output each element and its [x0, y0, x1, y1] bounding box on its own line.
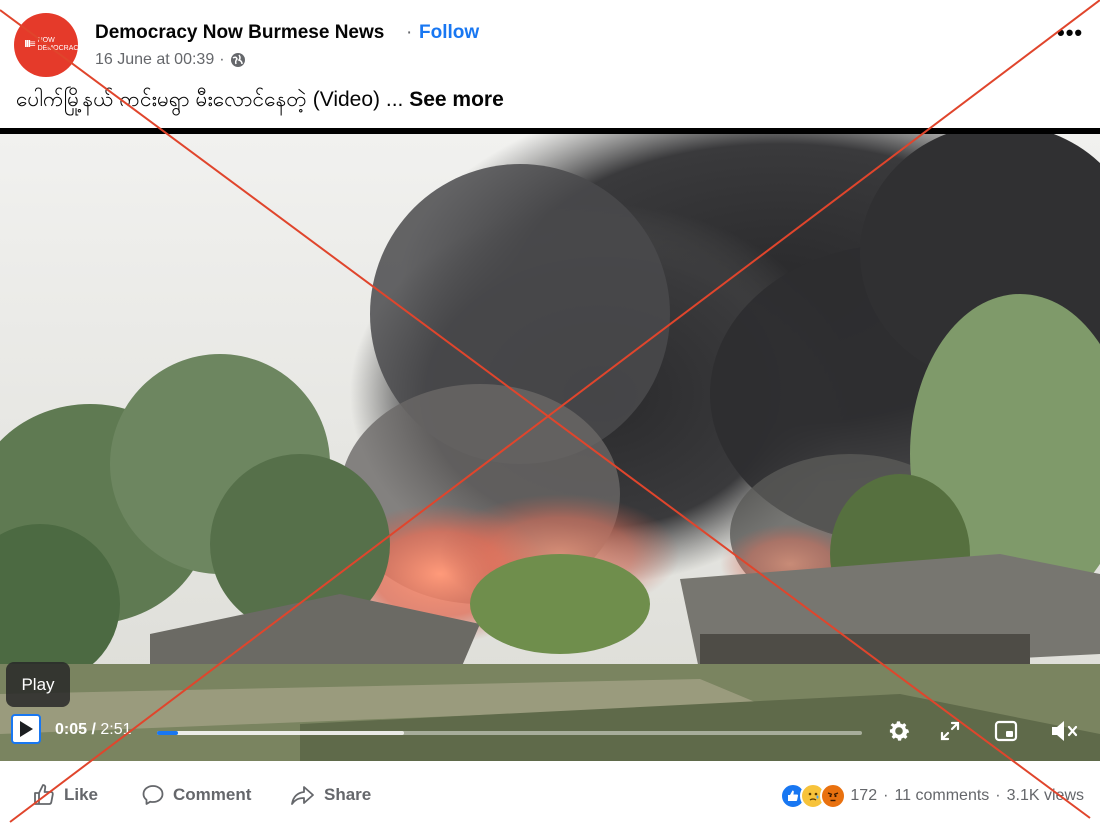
- avatar-logo: III≡ NOW DEMOCRACY: [24, 37, 84, 53]
- page-name[interactable]: Democracy Now Burmese News: [95, 22, 384, 44]
- video-time: 0:05 / 2:51: [55, 721, 132, 739]
- settings-button[interactable]: [884, 716, 914, 746]
- like-label: Like: [64, 785, 99, 804]
- share-icon: [291, 786, 314, 805]
- page-avatar[interactable]: III≡ NOW DEMOCRACY: [14, 13, 84, 77]
- stats-separator: ·: [995, 787, 1001, 804]
- progress-buffer: [157, 731, 404, 735]
- duration: 2:51: [100, 721, 132, 738]
- like-button[interactable]: Like: [32, 783, 98, 807]
- video-player[interactable]: Play 0:05 / 2:51: [0, 128, 1100, 761]
- comment-label: Comment: [173, 785, 252, 804]
- comments-count[interactable]: 11 comments: [894, 787, 989, 805]
- see-more-link[interactable]: See more: [409, 88, 504, 111]
- mute-icon: [1052, 721, 1078, 741]
- progress-fill: [157, 731, 179, 735]
- fullscreen-icon: [940, 721, 960, 741]
- post-header: III≡ NOW DEMOCRACY Democracy Now Burmese…: [0, 0, 1100, 128]
- play-icon: [20, 721, 33, 737]
- more-options-button[interactable]: •••: [1057, 20, 1083, 46]
- name-separator: ·: [406, 22, 413, 43]
- share-label: Share: [324, 785, 372, 804]
- settings-icon: [889, 721, 910, 741]
- follow-button[interactable]: Follow: [419, 22, 479, 44]
- avatar-logo-text: NOW DEMOCRACY: [37, 37, 84, 52]
- logo-bars-icon: III≡: [24, 39, 35, 50]
- time-separator: /: [87, 721, 101, 738]
- play-tooltip: Play: [6, 662, 70, 707]
- post-footer: Like Comment Share 172 · 11 comments · 3: [0, 761, 1100, 824]
- current-time: 0:05: [55, 721, 88, 738]
- picture-in-picture-button[interactable]: [991, 716, 1021, 746]
- meta-separator: ·: [219, 51, 225, 68]
- angry-reaction-icon: [820, 783, 847, 809]
- post-timestamp[interactable]: 16 June at 00:39: [95, 51, 214, 69]
- comment-icon: [142, 785, 164, 805]
- video-frame: [0, 134, 1100, 761]
- share-button[interactable]: Share: [290, 783, 371, 807]
- post-caption: ပေါက်မြို့နယ် ကင်းမရွာ မီးလောင်နေတဲ့ (Vi…: [16, 86, 504, 117]
- globe-icon[interactable]: [230, 52, 246, 68]
- play-button[interactable]: [11, 714, 41, 744]
- thumbs-up-icon: [34, 784, 54, 805]
- picture-in-picture-icon: [994, 720, 1018, 742]
- progress-bar[interactable]: [157, 731, 862, 735]
- stats-separator: ·: [883, 787, 889, 804]
- caption-text: ပေါက်မြို့နယ် ကင်းမရွာ မီးလောင်နေတဲ့ (Vi…: [16, 88, 410, 111]
- reaction-count[interactable]: 172: [850, 787, 877, 805]
- post-meta: 16 June at 00:39 ·: [95, 51, 246, 69]
- fullscreen-button[interactable]: [935, 716, 965, 746]
- views-count: 3.1K views: [1006, 787, 1084, 804]
- mute-button[interactable]: [1047, 716, 1081, 746]
- reaction-icons[interactable]: [780, 783, 847, 809]
- engagement-stats: 172 · 11 comments · 3.1K views: [780, 783, 1084, 809]
- comment-button[interactable]: Comment: [141, 783, 251, 807]
